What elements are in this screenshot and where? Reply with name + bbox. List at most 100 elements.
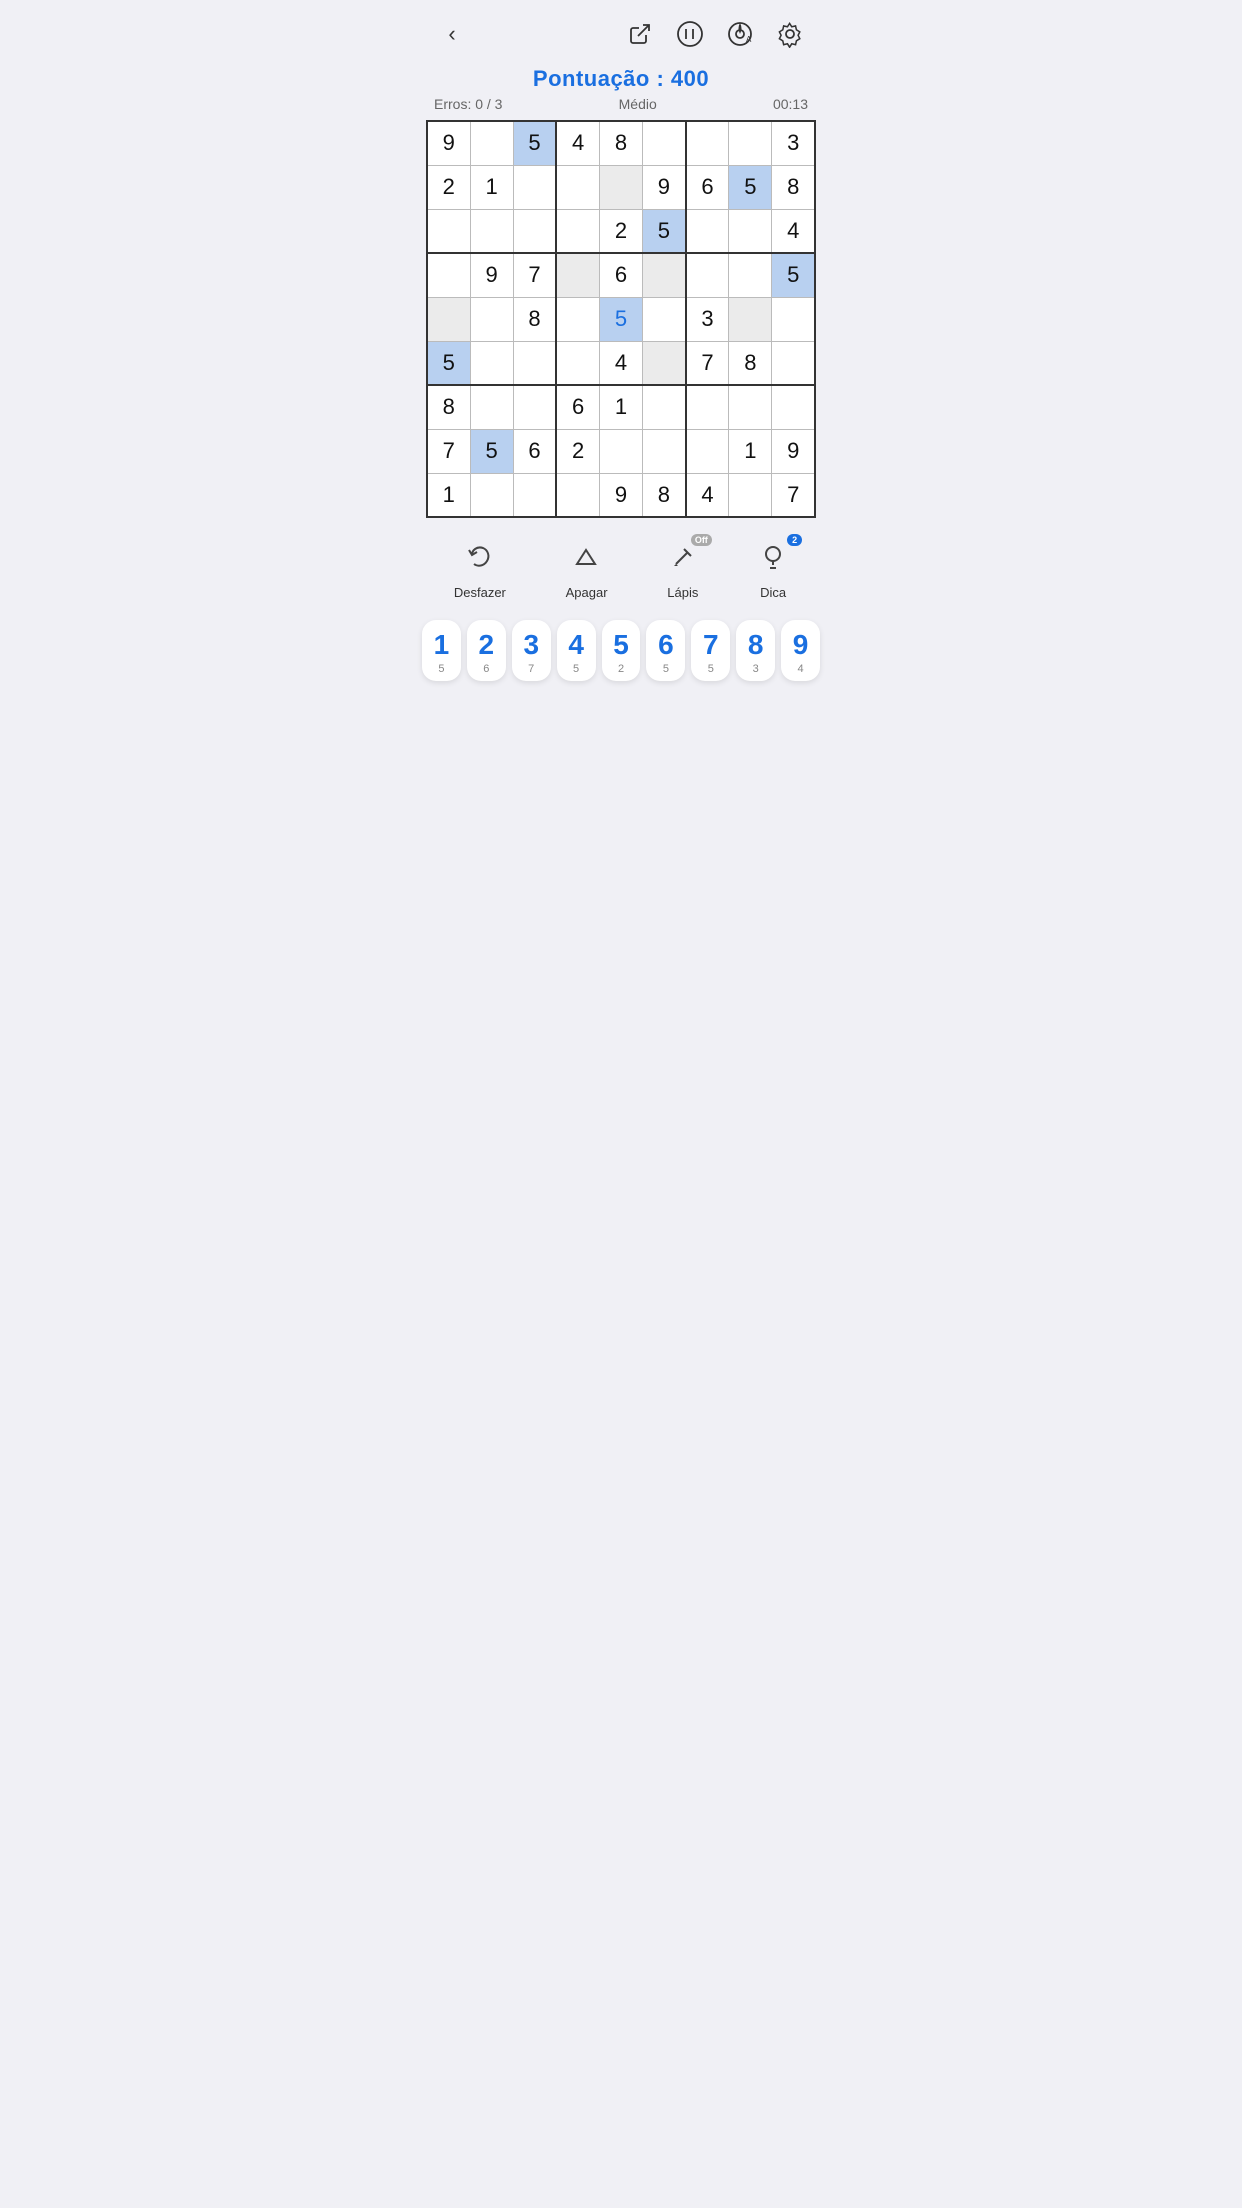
cell-8-7[interactable]: [729, 473, 772, 517]
undo-button[interactable]: Desfazer: [454, 542, 506, 600]
cell-5-6[interactable]: 7: [686, 341, 729, 385]
cell-3-7[interactable]: [729, 253, 772, 297]
cell-4-4[interactable]: 5: [599, 297, 642, 341]
cell-8-2[interactable]: [513, 473, 556, 517]
numpad-button-5[interactable]: 52: [602, 620, 641, 681]
cell-4-2[interactable]: 8: [513, 297, 556, 341]
cell-0-1[interactable]: [470, 121, 513, 165]
cell-2-4[interactable]: 2: [599, 209, 642, 253]
cell-3-3[interactable]: [556, 253, 599, 297]
settings-button[interactable]: [772, 16, 808, 52]
cell-3-2[interactable]: 7: [513, 253, 556, 297]
cell-7-5[interactable]: [643, 429, 686, 473]
cell-5-3[interactable]: [556, 341, 599, 385]
cell-6-7[interactable]: [729, 385, 772, 429]
cell-3-1[interactable]: 9: [470, 253, 513, 297]
cell-0-6[interactable]: [686, 121, 729, 165]
cell-5-5[interactable]: [643, 341, 686, 385]
cell-7-3[interactable]: 2: [556, 429, 599, 473]
cell-1-7[interactable]: 5: [729, 165, 772, 209]
cell-7-4[interactable]: [599, 429, 642, 473]
cell-5-4[interactable]: 4: [599, 341, 642, 385]
share-button[interactable]: [622, 16, 658, 52]
cell-1-5[interactable]: 9: [643, 165, 686, 209]
cell-3-5[interactable]: [643, 253, 686, 297]
cell-2-3[interactable]: [556, 209, 599, 253]
cell-5-2[interactable]: [513, 341, 556, 385]
cell-1-4[interactable]: [599, 165, 642, 209]
cell-4-8[interactable]: [772, 297, 815, 341]
cell-1-0[interactable]: 2: [427, 165, 470, 209]
cell-3-4[interactable]: 6: [599, 253, 642, 297]
cell-4-0[interactable]: [427, 297, 470, 341]
cell-4-5[interactable]: [643, 297, 686, 341]
cell-2-7[interactable]: [729, 209, 772, 253]
cell-7-2[interactable]: 6: [513, 429, 556, 473]
pencil-button[interactable]: Off Lápis: [667, 542, 698, 600]
cell-0-5[interactable]: [643, 121, 686, 165]
cell-8-6[interactable]: 4: [686, 473, 729, 517]
cell-2-2[interactable]: [513, 209, 556, 253]
cell-0-2[interactable]: 5: [513, 121, 556, 165]
cell-5-1[interactable]: [470, 341, 513, 385]
cell-8-1[interactable]: [470, 473, 513, 517]
numpad-sub-2: 6: [483, 663, 489, 675]
numpad-button-1[interactable]: 15: [422, 620, 461, 681]
cell-8-3[interactable]: [556, 473, 599, 517]
cell-7-1[interactable]: 5: [470, 429, 513, 473]
cell-0-7[interactable]: [729, 121, 772, 165]
cell-0-0[interactable]: 9: [427, 121, 470, 165]
theme-button[interactable]: A: [722, 16, 758, 52]
cell-4-3[interactable]: [556, 297, 599, 341]
cell-6-8[interactable]: [772, 385, 815, 429]
back-button[interactable]: ‹: [434, 16, 470, 52]
cell-5-0[interactable]: 5: [427, 341, 470, 385]
cell-7-7[interactable]: 1: [729, 429, 772, 473]
cell-6-1[interactable]: [470, 385, 513, 429]
numpad-button-2[interactable]: 26: [467, 620, 506, 681]
cell-2-8[interactable]: 4: [772, 209, 815, 253]
cell-8-5[interactable]: 8: [643, 473, 686, 517]
cell-1-6[interactable]: 6: [686, 165, 729, 209]
cell-8-8[interactable]: 7: [772, 473, 815, 517]
cell-1-8[interactable]: 8: [772, 165, 815, 209]
cell-6-5[interactable]: [643, 385, 686, 429]
cell-4-6[interactable]: 3: [686, 297, 729, 341]
cell-6-4[interactable]: 1: [599, 385, 642, 429]
cell-2-6[interactable]: [686, 209, 729, 253]
cell-7-0[interactable]: 7: [427, 429, 470, 473]
cell-1-2[interactable]: [513, 165, 556, 209]
cell-8-0[interactable]: 1: [427, 473, 470, 517]
pause-button[interactable]: [672, 16, 708, 52]
cell-1-3[interactable]: [556, 165, 599, 209]
cell-4-1[interactable]: [470, 297, 513, 341]
hint-button[interactable]: 2 Dica: [758, 542, 788, 600]
cell-3-8[interactable]: 5: [772, 253, 815, 297]
cell-6-2[interactable]: [513, 385, 556, 429]
numpad-button-3[interactable]: 37: [512, 620, 551, 681]
numpad-button-4[interactable]: 45: [557, 620, 596, 681]
numpad-button-9[interactable]: 94: [781, 620, 820, 681]
numpad-button-7[interactable]: 75: [691, 620, 730, 681]
numpad-button-8[interactable]: 83: [736, 620, 775, 681]
cell-0-8[interactable]: 3: [772, 121, 815, 165]
cell-5-8[interactable]: [772, 341, 815, 385]
cell-7-6[interactable]: [686, 429, 729, 473]
cell-2-1[interactable]: [470, 209, 513, 253]
cell-5-7[interactable]: 8: [729, 341, 772, 385]
cell-3-6[interactable]: [686, 253, 729, 297]
cell-8-4[interactable]: 9: [599, 473, 642, 517]
cell-3-0[interactable]: [427, 253, 470, 297]
cell-2-0[interactable]: [427, 209, 470, 253]
cell-1-1[interactable]: 1: [470, 165, 513, 209]
erase-button[interactable]: Apagar: [566, 542, 608, 600]
cell-0-3[interactable]: 4: [556, 121, 599, 165]
numpad-button-6[interactable]: 65: [646, 620, 685, 681]
cell-4-7[interactable]: [729, 297, 772, 341]
cell-7-8[interactable]: 9: [772, 429, 815, 473]
cell-6-6[interactable]: [686, 385, 729, 429]
cell-6-0[interactable]: 8: [427, 385, 470, 429]
cell-6-3[interactable]: 6: [556, 385, 599, 429]
cell-2-5[interactable]: 5: [643, 209, 686, 253]
cell-0-4[interactable]: 8: [599, 121, 642, 165]
